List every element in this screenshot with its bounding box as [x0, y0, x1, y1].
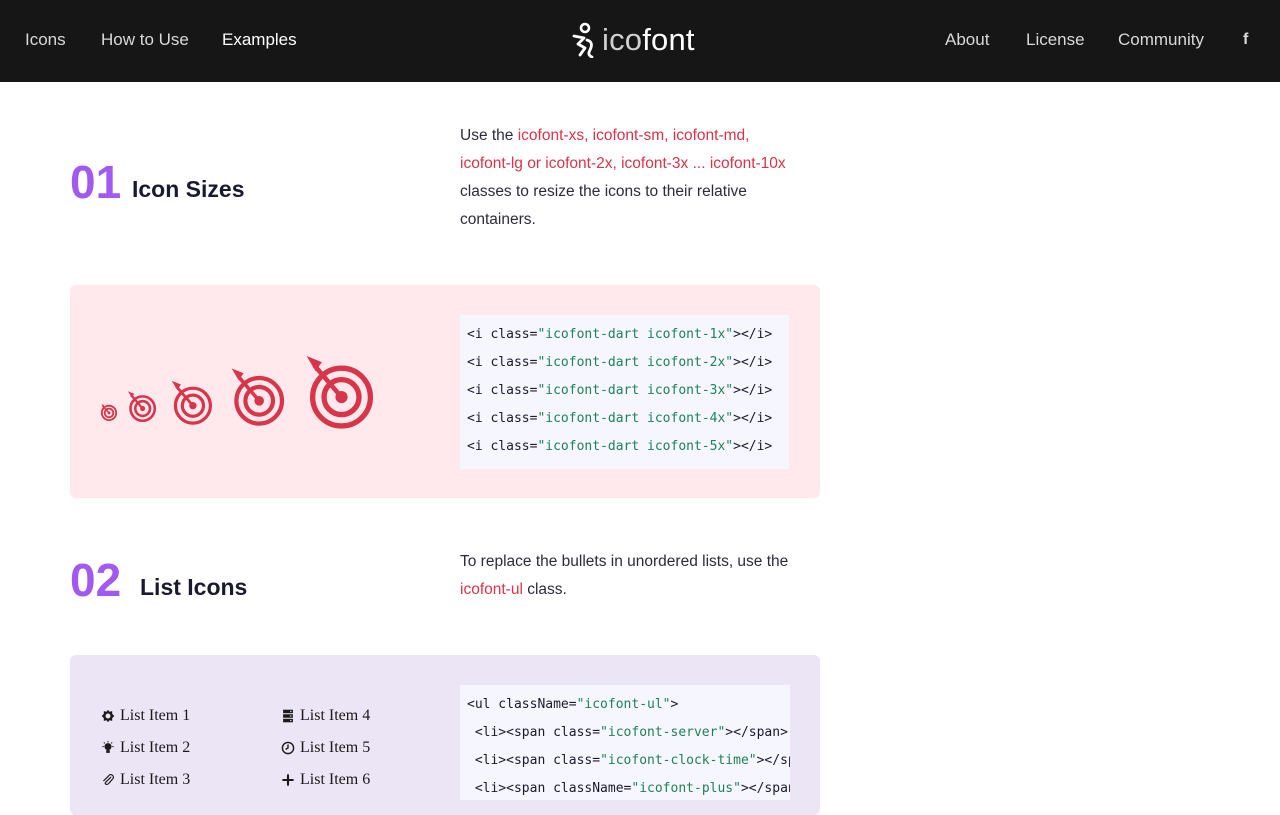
dart-icon: [231, 368, 285, 426]
code-line: <i class="icofont-dart icofont-2x"></i>: [467, 355, 773, 370]
code-line: <li><span className="icofont-plus"></spa…: [467, 781, 790, 796]
nav-link-examples[interactable]: Examples: [222, 30, 297, 50]
list-item: List Item 4: [281, 706, 370, 726]
code-block-icon-sizes: <i class="icofont-dart icofont-1x"></i> …: [460, 315, 789, 469]
section-number: 02: [70, 554, 122, 606]
section-number: 01: [70, 156, 122, 208]
class-name-highlight: icofont-ul: [460, 581, 523, 598]
class-name-highlight: icofont-lg or icofont-2x, icofont-3x ...…: [460, 155, 786, 172]
icofont-logo-icon: [572, 22, 594, 58]
list-item: List Item 2: [101, 738, 190, 758]
list-item: List Item 5: [281, 738, 370, 758]
dart-icon: [306, 356, 374, 429]
code-line: <li><span class="icofont-server"></span>: [467, 725, 788, 740]
dart-icon: [171, 380, 213, 425]
paperclip-icon: [101, 773, 115, 787]
gear-icon: [101, 709, 115, 723]
plus-icon: [281, 773, 295, 787]
section-description: To replace the bullets in unordered list…: [460, 553, 789, 598]
server-icon: [281, 709, 295, 723]
bulb-icon: [101, 741, 115, 755]
class-name-highlight: icofont-xs, icofont-sm, icofont-md,: [517, 127, 750, 144]
code-block-list-icons: <ul className="icofont-ul"> <li><span cl…: [460, 685, 790, 800]
code-line: <i class="icofont-dart icofont-5x"></i>: [467, 439, 773, 454]
nav-link-icons[interactable]: Icons: [25, 30, 66, 50]
nav-link-community[interactable]: Community: [1118, 30, 1204, 50]
list-item: List Item 3: [101, 770, 190, 790]
dart-icon: [100, 404, 118, 421]
section-title-icon-sizes: Icon Sizes: [132, 176, 245, 202]
code-line: <i class="icofont-dart icofont-3x"></i>: [467, 383, 773, 398]
code-line: <ul className="icofont-ul">: [467, 697, 679, 712]
dart-icon: [127, 391, 157, 422]
code-line: <i class="icofont-dart icofont-4x"></i>: [467, 411, 773, 426]
code-line: <i class="icofont-dart icofont-1x"></i>: [467, 327, 773, 342]
nav-link-about[interactable]: About: [945, 30, 989, 50]
section-title-list-icons: List Icons: [140, 574, 248, 600]
brand-logo[interactable]: icofont: [570, 20, 695, 60]
brand-name: icofont: [602, 22, 695, 57]
clock-icon: [281, 741, 295, 755]
list-item: List Item 1: [101, 706, 190, 726]
list-item: List Item 6: [281, 770, 370, 790]
nav-link-how-to-use[interactable]: How to Use: [101, 30, 189, 50]
nav-link-license[interactable]: License: [1026, 30, 1085, 50]
top-navbar: Icons How to Use Examples icofont About …: [0, 0, 1280, 82]
section-description: Use the icofont-xs, icofont-sm, icofont-…: [460, 127, 786, 228]
code-line: <li><span class="icofont-clock-time"></s…: [467, 753, 790, 768]
facebook-icon[interactable]: f: [1243, 30, 1248, 50]
